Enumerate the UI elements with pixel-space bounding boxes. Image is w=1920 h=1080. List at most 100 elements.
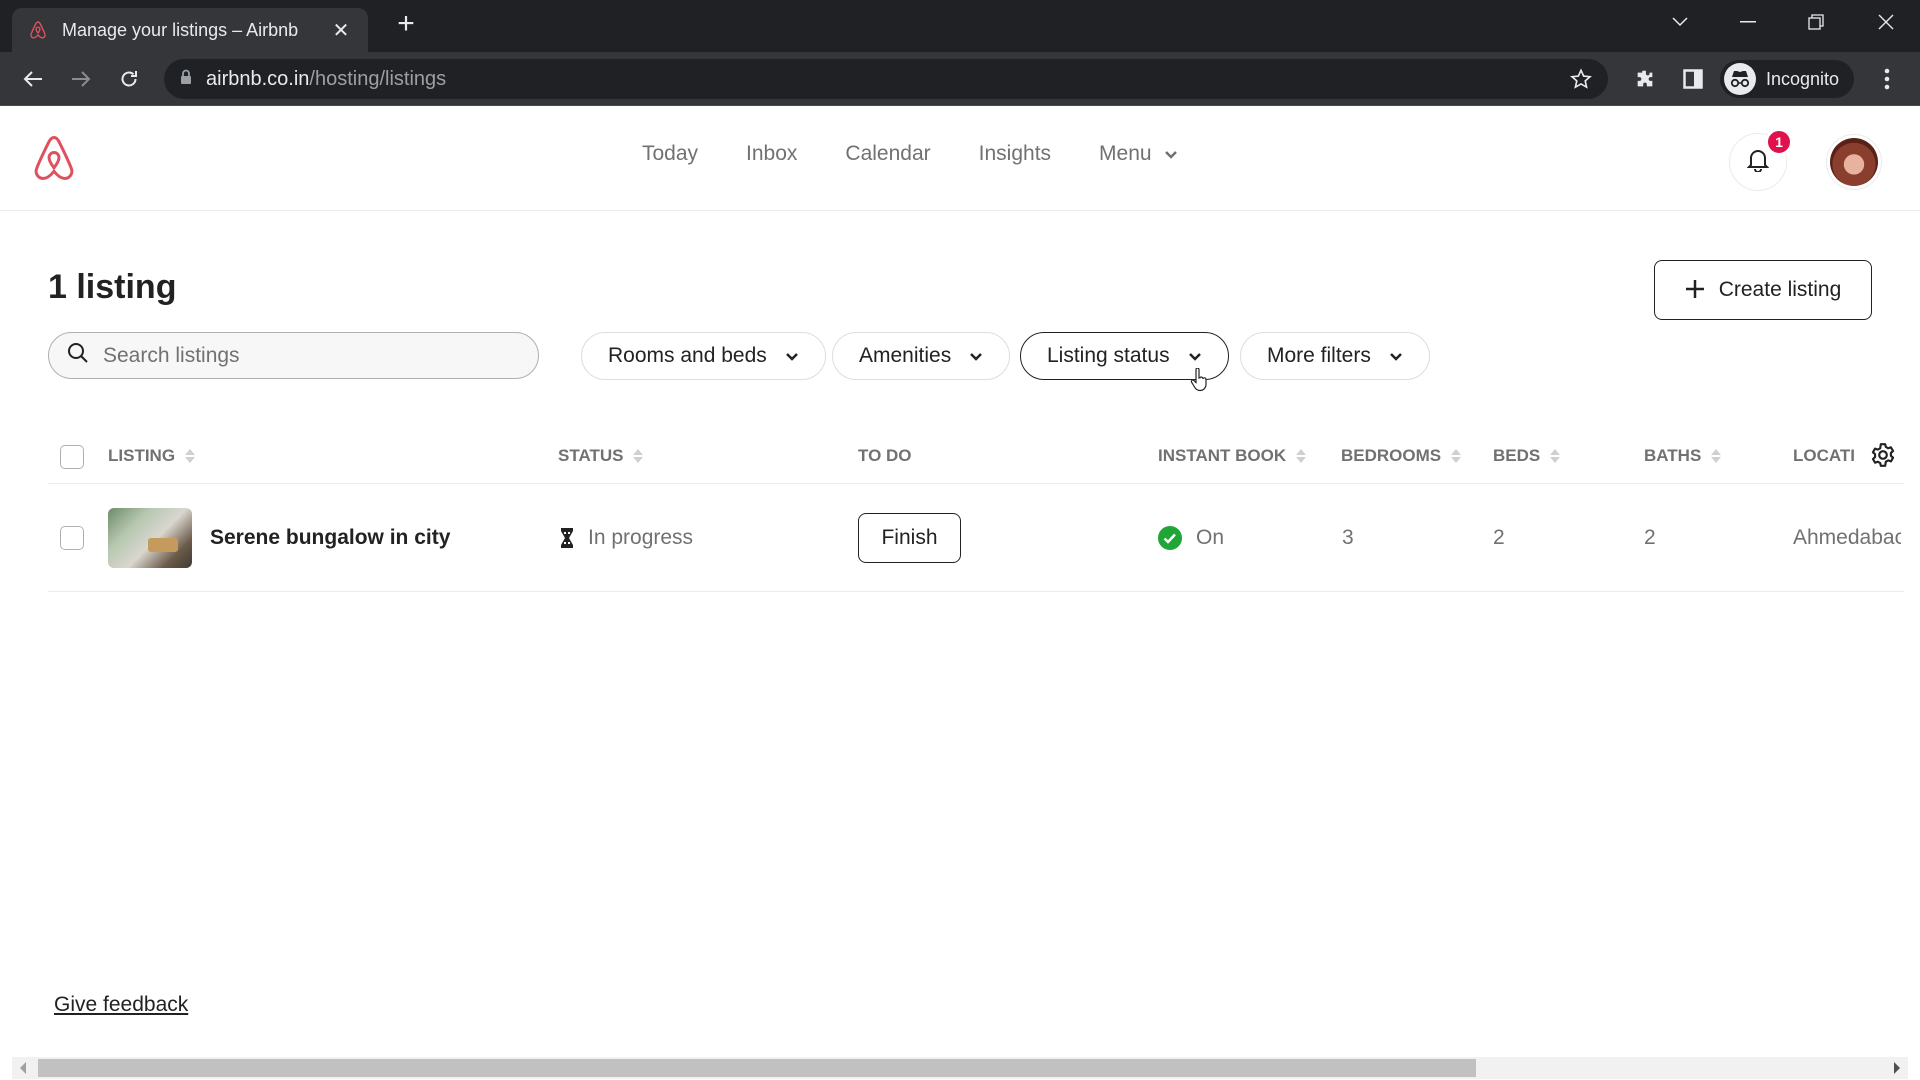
column-label: BATHS [1644, 446, 1702, 465]
site-header: Today Inbox Calendar Insights Menu 1 [0, 106, 1920, 211]
nav-calendar[interactable]: Calendar [845, 142, 930, 166]
nav-inbox[interactable]: Inbox [746, 142, 797, 166]
host-nav: Today Inbox Calendar Insights Menu [642, 142, 1226, 166]
search-input[interactable] [103, 343, 503, 368]
chevron-down-icon [785, 344, 799, 368]
beds-value: 2 [1493, 526, 1505, 549]
instant-book-status: On [1158, 526, 1224, 550]
check-circle-icon [1158, 526, 1182, 550]
column-instant-book[interactable]: INSTANT BOOK [1158, 446, 1307, 466]
bookmark-star-icon[interactable] [1570, 68, 1592, 95]
url-path: /hosting/listings [309, 67, 447, 90]
forward-icon[interactable] [66, 64, 96, 94]
tab-close-icon[interactable]: ✕ [330, 18, 352, 43]
search-icon [67, 342, 89, 369]
sort-icon [1296, 449, 1307, 463]
scrollbar-thumb[interactable] [38, 1059, 1476, 1077]
restore-icon[interactable] [1786, 0, 1846, 44]
filter-amenities[interactable]: Amenities [832, 332, 1011, 380]
column-listing[interactable]: LISTING [108, 446, 196, 466]
url-host: airbnb.co.in [206, 67, 310, 90]
horizontal-scrollbar[interactable] [12, 1057, 1908, 1079]
scroll-left-arrow-icon[interactable] [20, 1062, 26, 1074]
table-row[interactable]: Serene bungalow in city In progress Fini… [48, 484, 1904, 592]
chevron-down-icon [1188, 344, 1202, 368]
column-label: BEDS [1493, 446, 1541, 465]
select-all-checkbox[interactable] [60, 445, 84, 469]
browser-toolbar: airbnb.co.in/hosting/listings Incognito [0, 52, 1920, 106]
notification-badge: 1 [1766, 129, 1792, 155]
bedrooms-value: 3 [1342, 526, 1354, 549]
column-beds[interactable]: BEDS [1493, 446, 1561, 466]
filter-more-filters[interactable]: More filters [1240, 332, 1430, 380]
new-tab-button[interactable]: + [392, 9, 420, 39]
instant-book-text: On [1196, 526, 1225, 549]
sort-icon [1451, 449, 1462, 463]
listing-thumbnail[interactable] [108, 508, 192, 568]
listing-name[interactable]: Serene bungalow in city [210, 526, 450, 550]
incognito-icon [1724, 63, 1756, 95]
chevron-down-icon [1164, 142, 1178, 166]
chevron-down-icon [1389, 344, 1403, 368]
avatar-image [1830, 138, 1878, 186]
column-label: STATUS [558, 446, 624, 465]
airbnb-logo-icon[interactable] [30, 134, 78, 186]
nav-menu[interactable]: Menu [1099, 142, 1178, 166]
lock-icon [180, 69, 192, 90]
incognito-profile-button[interactable]: Incognito [1720, 60, 1854, 98]
sort-icon [185, 449, 196, 463]
create-listing-button[interactable]: Create listing [1654, 260, 1872, 320]
filter-rooms-and-beds[interactable]: Rooms and beds [581, 332, 826, 380]
table-settings-gear-icon[interactable] [1870, 442, 1896, 473]
scroll-right-arrow-icon[interactable] [1894, 1062, 1900, 1074]
column-label: LOCATI [1793, 446, 1856, 465]
reload-icon[interactable] [114, 64, 144, 94]
column-status[interactable]: STATUS [558, 446, 644, 466]
extensions-icon[interactable] [1630, 64, 1660, 94]
column-label: BEDROOMS [1341, 446, 1442, 465]
listings-table-header: LISTING STATUS TO DO INSTANT BOOK BEDROO… [48, 430, 1904, 484]
plus-icon [1685, 275, 1705, 305]
sort-icon [1550, 449, 1561, 463]
bell-icon [1746, 148, 1770, 177]
finish-button[interactable]: Finish [858, 513, 961, 563]
incognito-label: Incognito [1766, 68, 1840, 89]
give-feedback-link[interactable]: Give feedback [54, 993, 188, 1017]
hourglass-icon [560, 527, 574, 549]
column-todo: TO DO [858, 446, 912, 466]
baths-value: 2 [1644, 526, 1656, 549]
page-title: 1 listing [48, 268, 177, 306]
create-listing-label: Create listing [1718, 278, 1842, 301]
filter-label: More filters [1267, 344, 1371, 367]
column-baths[interactable]: BATHS [1644, 446, 1722, 466]
browser-menu-icon[interactable] [1872, 64, 1902, 94]
side-panel-icon[interactable] [1678, 64, 1708, 94]
nav-menu-label: Menu [1099, 142, 1152, 165]
column-label: TO DO [858, 446, 912, 465]
close-window-icon[interactable] [1856, 0, 1916, 44]
column-bedrooms[interactable]: BEDROOMS [1341, 446, 1462, 466]
location-value: Ahmedabac [1793, 526, 1901, 549]
chevron-down-icon [969, 344, 983, 368]
nav-insights[interactable]: Insights [979, 142, 1051, 166]
status-text: In progress [588, 526, 694, 549]
minimize-icon[interactable] [1718, 0, 1778, 44]
filter-label: Rooms and beds [608, 344, 767, 367]
nav-today[interactable]: Today [642, 142, 698, 166]
search-listings-field[interactable] [48, 332, 539, 379]
airbnb-favicon-icon [28, 20, 48, 40]
user-avatar[interactable] [1826, 134, 1882, 190]
browser-tab[interactable]: Manage your listings – Airbnb ✕ [12, 8, 368, 52]
listing-status: In progress [560, 526, 693, 550]
row-checkbox[interactable] [60, 526, 84, 550]
address-bar[interactable]: airbnb.co.in/hosting/listings [164, 59, 1608, 99]
back-icon[interactable] [18, 64, 48, 94]
sort-icon [1711, 449, 1722, 463]
mouse-pointer-icon [1190, 367, 1208, 397]
tab-title: Manage your listings – Airbnb [62, 19, 299, 40]
column-label: LISTING [108, 446, 176, 465]
sort-icon [633, 449, 644, 463]
filter-label: Listing status [1047, 344, 1170, 367]
column-location[interactable]: LOCATI [1793, 446, 1863, 466]
tab-search-icon[interactable] [1650, 0, 1710, 44]
